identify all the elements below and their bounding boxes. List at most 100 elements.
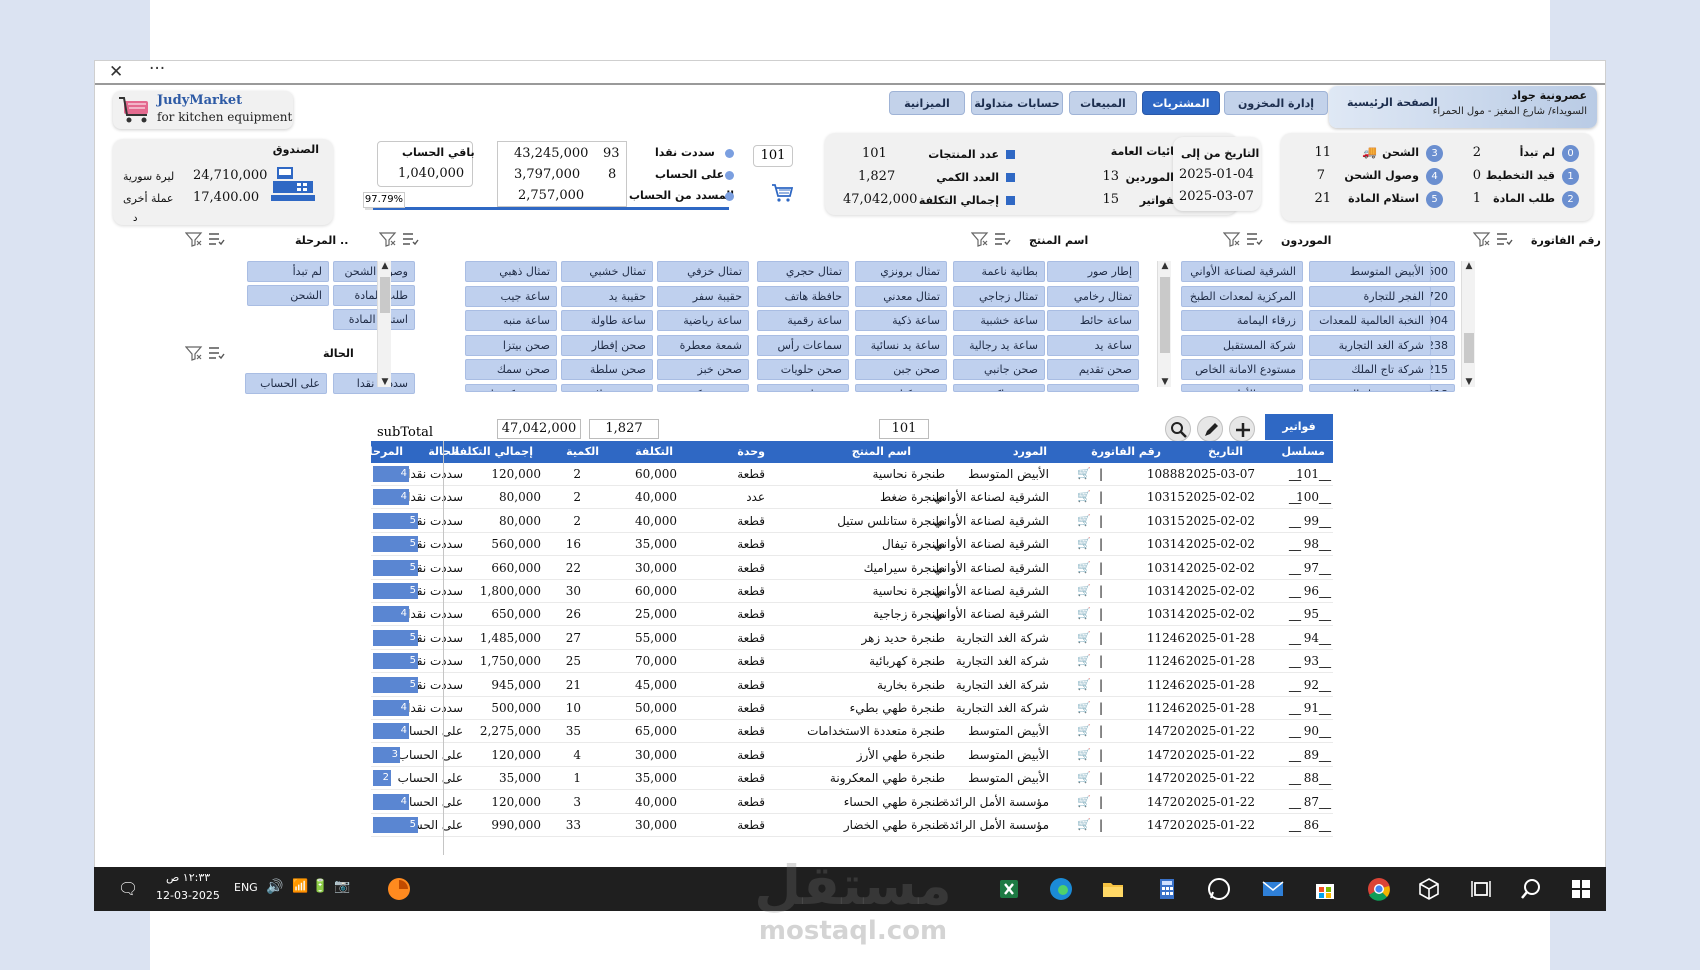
supplier-slicer-item[interactable]: شركة الغد التجارية bbox=[1309, 334, 1431, 356]
product-slicer-item[interactable]: ساعة رياضية bbox=[657, 310, 749, 331]
tab-inventory[interactable]: إدارة المخزون bbox=[1224, 91, 1328, 115]
invoice-slicer-scrollbar[interactable]: ▲ ▼ bbox=[1461, 261, 1475, 387]
product-slicer-item[interactable]: تمثال خزفي bbox=[657, 261, 749, 282]
tab-budget[interactable]: الميزانية bbox=[889, 91, 965, 115]
supplier-slicer-item[interactable]: مستودع عمار الذهبي bbox=[1309, 383, 1431, 392]
product-slicer-item[interactable]: صحن بيتزا bbox=[465, 334, 557, 356]
stage-slicer-item[interactable]: وصول الشحن bbox=[333, 261, 415, 282]
product-slicer-item[interactable]: سماعات رأس bbox=[757, 334, 849, 356]
notification-icon[interactable]: 🗨 bbox=[118, 879, 138, 898]
windows-start-icon[interactable] bbox=[1568, 876, 1594, 902]
product-slicer-item[interactable]: تمثال خشبي bbox=[561, 261, 653, 282]
product-slicer-item[interactable]: صحن جبن bbox=[855, 359, 947, 380]
table-row[interactable]: 89 2025-01-22 14720 الأبيض المتوسط طنجرة طهي… bbox=[371, 744, 1333, 767]
col-total[interactable]: إجمالي التكلفة bbox=[453, 445, 533, 458]
table-row[interactable]: 93 2025-01-28 11246 شركة الغد التجارية طنجرة… bbox=[371, 650, 1333, 674]
col-date[interactable]: التاريخ bbox=[1208, 445, 1243, 458]
stage-slicer-item[interactable]: استلام المادة bbox=[333, 309, 415, 330]
meet-icon[interactable]: 📷 bbox=[334, 879, 350, 894]
table-row[interactable]: 99 2025-02-02 10315 الشرقية لصناعة الأواني ط… bbox=[371, 510, 1333, 533]
scroll-thumb[interactable] bbox=[1464, 333, 1474, 363]
stage-slicer-item[interactable]: لم تبدأ bbox=[247, 261, 329, 282]
cube-app-icon[interactable] bbox=[1416, 876, 1442, 902]
multi-select-icon[interactable] bbox=[401, 231, 419, 247]
product-slicer-item[interactable]: ساعة خشبية bbox=[953, 310, 1045, 331]
product-slicer-item[interactable]: تمثال ذهبي bbox=[465, 261, 557, 282]
product-slicer-item[interactable]: صحن خبز bbox=[657, 359, 749, 380]
product-slicer-item[interactable]: ساعة رقمية bbox=[757, 310, 849, 331]
product-slicer-item[interactable]: صحن مقبلات bbox=[561, 383, 653, 392]
clear-filter-icon[interactable] bbox=[1223, 231, 1241, 247]
table-row[interactable]: 96 2025-02-02 10314 الشرقية لصناعة الأواني ط… bbox=[371, 580, 1333, 603]
product-slicer-item[interactable]: تمثال رخامي bbox=[1047, 285, 1139, 307]
col-product[interactable]: اسم المنتج bbox=[852, 445, 911, 458]
tab-purchases[interactable]: المشتريات bbox=[1142, 91, 1220, 115]
whatsapp-icon[interactable] bbox=[1206, 876, 1232, 902]
product-slicer-item[interactable]: تمثال برونزي bbox=[855, 261, 947, 282]
col-serial[interactable]: مسلسل bbox=[1281, 445, 1325, 458]
table-row[interactable]: 86 2025-01-22 14720 مؤسسة الأمل الرائدة طنجر… bbox=[371, 814, 1333, 837]
supplier-slicer-item[interactable]: مؤسسة الأمل bbox=[1181, 383, 1303, 392]
scroll-up-icon[interactable]: ▲ bbox=[378, 261, 392, 271]
table-row[interactable]: 100 2025-02-02 10315 الشرقية لصناعة الأواني… bbox=[371, 486, 1333, 510]
volume-icon[interactable]: 🔊 bbox=[266, 879, 283, 895]
col-cost[interactable]: التكلفة bbox=[635, 445, 673, 458]
tab-accounts[interactable]: حسابات متداولة bbox=[971, 91, 1063, 115]
product-slicer-item[interactable]: حقيبة يد bbox=[561, 285, 653, 307]
product-slicer-item[interactable]: إطار صور bbox=[1047, 261, 1139, 282]
table-row[interactable]: 97 2025-02-02 10314 الشرقية لصناعة الأواني ط… bbox=[371, 557, 1333, 580]
product-slicer-item[interactable]: صحن معكرونة bbox=[657, 383, 749, 392]
file-explorer-icon[interactable] bbox=[1100, 876, 1126, 902]
product-slicer-item[interactable]: ساعة جيب bbox=[465, 285, 557, 307]
suppliers-slicer-scrollbar[interactable]: ▲ ▼ bbox=[1157, 261, 1171, 387]
product-slicer-item[interactable]: ساعة منبه bbox=[465, 310, 557, 331]
excel-icon[interactable] bbox=[996, 876, 1022, 902]
product-slicer-item[interactable]: حافظة هاتف bbox=[757, 285, 849, 307]
product-slicer-item[interactable]: ساعة يد رجالية bbox=[953, 334, 1045, 356]
product-slicer-item[interactable]: صحن جانبي bbox=[953, 359, 1045, 380]
multi-select-icon[interactable] bbox=[1495, 231, 1513, 247]
supplier-slicer-item[interactable]: المركزية لمعدات الطبخ bbox=[1181, 285, 1303, 307]
product-slicer-item[interactable]: صحن مكسرات bbox=[465, 383, 557, 392]
product-slicer-item[interactable]: تمثال معدني bbox=[855, 285, 947, 307]
stage-slicer-item[interactable]: طلب المادة bbox=[333, 285, 415, 306]
table-row[interactable]: 98 2025-02-02 10314 الشرقية لصناعة الأواني ط… bbox=[371, 533, 1333, 557]
purchase-invoices-button[interactable]: فواتير الشراء bbox=[1265, 414, 1333, 459]
clear-filter-icon[interactable] bbox=[379, 231, 397, 247]
product-slicer-item[interactable]: ساعة يد نسائية bbox=[855, 334, 947, 356]
scroll-thumb[interactable] bbox=[1160, 277, 1170, 353]
col-qty[interactable]: الكمية bbox=[566, 445, 599, 458]
table-row[interactable]: 91 2025-01-28 11246 شركة الغد التجارية طنجرة… bbox=[371, 697, 1333, 720]
product-slicer-item[interactable]: صحن تقديم bbox=[1047, 359, 1139, 380]
edit-button[interactable] bbox=[1197, 416, 1223, 442]
table-row[interactable]: 101 2025-03-07 10888 الأبيض المتوسط طنجرة نح… bbox=[371, 463, 1333, 486]
cart-icon[interactable] bbox=[771, 183, 793, 203]
multi-select-icon[interactable] bbox=[1245, 231, 1263, 247]
supplier-slicer-item[interactable]: زرقاء اليمامة bbox=[1181, 310, 1303, 331]
mail-icon[interactable] bbox=[1260, 876, 1286, 902]
close-icon[interactable]: ✕ bbox=[109, 62, 123, 82]
scroll-up-icon[interactable]: ▲ bbox=[1462, 261, 1476, 271]
product-slicer-item[interactable]: بطانية ناعمة bbox=[953, 261, 1045, 282]
store-icon[interactable] bbox=[1312, 876, 1338, 902]
scroll-down-icon[interactable]: ▼ bbox=[1462, 377, 1476, 387]
clear-filter-icon[interactable] bbox=[185, 345, 203, 361]
product-slicer-item[interactable]: صحن لحم bbox=[757, 383, 849, 392]
app-orange-icon[interactable] bbox=[386, 876, 412, 902]
clock-time[interactable]: ١٢:٣٣ ص bbox=[166, 871, 210, 884]
search-taskbar-icon[interactable] bbox=[1518, 876, 1544, 902]
more-icon[interactable]: ··· bbox=[149, 61, 165, 79]
product-slicer-item[interactable]: صحن شوربة bbox=[1047, 383, 1139, 392]
table-row[interactable]: 88 2025-01-22 14720 الأبيض المتوسط طنجرة طهي… bbox=[371, 767, 1333, 791]
clock-date[interactable]: 12-03-2025 bbox=[156, 889, 220, 902]
clear-filter-icon[interactable] bbox=[1473, 231, 1491, 247]
calculator-icon[interactable] bbox=[1154, 876, 1180, 902]
product-slicer-item[interactable]: تمثال حجري bbox=[757, 261, 849, 282]
tab-sales[interactable]: المبيعات bbox=[1069, 91, 1137, 115]
clear-filter-icon[interactable] bbox=[185, 231, 203, 247]
product-slicer-scrollbar[interactable]: ▲ ▼ bbox=[377, 261, 391, 387]
product-slicer-item[interactable]: صحن فاكهة bbox=[953, 383, 1045, 392]
col-invoice[interactable]: رقم الفاتورة bbox=[1091, 445, 1161, 458]
company-card[interactable]: عصرونية جواد السويداء/ شارع المغيز - مول… bbox=[1329, 86, 1597, 128]
add-button[interactable] bbox=[1229, 416, 1255, 442]
